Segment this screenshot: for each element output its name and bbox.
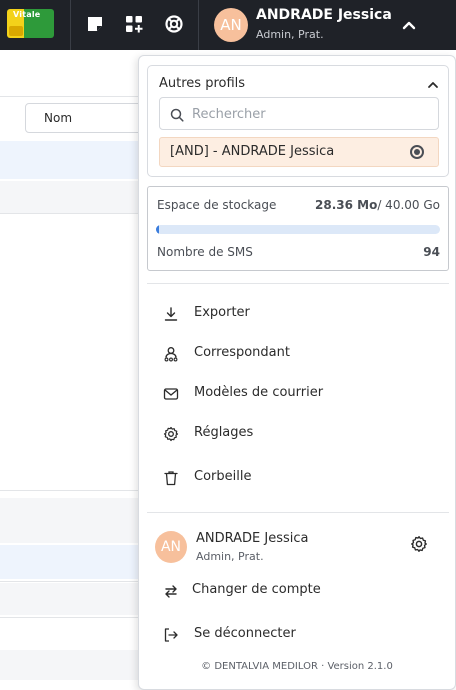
logout-button[interactable]: Se déconnecter bbox=[163, 621, 433, 649]
profile-search[interactable] bbox=[159, 97, 439, 130]
avatar[interactable]: AN bbox=[214, 8, 248, 42]
radio-selected-icon[interactable] bbox=[410, 145, 424, 159]
sms-count: 94 bbox=[423, 245, 440, 259]
swap-arrows-icon bbox=[163, 583, 179, 599]
storage-total: / 40.00 Go bbox=[377, 198, 440, 212]
vitale-label: Vitale bbox=[13, 10, 41, 19]
logout-icon bbox=[163, 627, 179, 643]
search-icon bbox=[170, 107, 184, 122]
chevron-up-icon[interactable] bbox=[426, 77, 440, 91]
mail-icon bbox=[163, 386, 179, 402]
divider bbox=[0, 581, 140, 582]
other-profiles-title[interactable]: Autres profils bbox=[159, 76, 245, 91]
divider bbox=[0, 213, 140, 214]
table-row[interactable] bbox=[0, 545, 140, 579]
column-filter-input[interactable]: Nom bbox=[25, 103, 155, 133]
profile-item-label: [AND] - ANDRADE Jessica bbox=[170, 144, 335, 159]
vitale-chip-icon bbox=[9, 26, 23, 36]
add-widget-icon[interactable] bbox=[123, 13, 145, 35]
divider bbox=[147, 283, 449, 284]
other-profiles-section: Autres profils [AND] - ANDRADE Jessica bbox=[147, 65, 449, 177]
download-icon bbox=[163, 306, 179, 322]
sticky-note-icon[interactable] bbox=[84, 13, 106, 35]
divider bbox=[0, 490, 140, 491]
user-role: Admin, Prat. bbox=[256, 28, 324, 41]
vitale-card-button[interactable]: Vitale bbox=[7, 9, 54, 38]
table-header bbox=[0, 498, 140, 543]
logout-label: Se déconnecter bbox=[194, 626, 296, 641]
user-menu-dropdown: Autres profils [AND] - ANDRADE Jessica E… bbox=[138, 55, 456, 690]
storage-label: Espace de stockage bbox=[157, 198, 277, 212]
table-row[interactable] bbox=[0, 650, 140, 680]
chevron-up-icon[interactable] bbox=[398, 14, 420, 36]
menu-item-settings[interactable]: Réglages bbox=[163, 420, 433, 448]
storage-progress-bar bbox=[156, 225, 440, 234]
storage-card: Espace de stockage 28.36 Mo/ 40.00 Go No… bbox=[147, 186, 449, 271]
menu-item-label: Corbeille bbox=[194, 469, 252, 484]
storage-value: 28.36 Mo/ 40.00 Go bbox=[315, 198, 440, 212]
divider bbox=[0, 617, 140, 618]
avatar: AN bbox=[155, 531, 187, 563]
table-row[interactable] bbox=[0, 181, 140, 213]
menu-item-label: Exporter bbox=[194, 305, 250, 320]
switch-account-button[interactable]: Changer de compte bbox=[163, 577, 433, 605]
menu-item-label: Correspondant bbox=[194, 345, 290, 360]
account-role: Admin, Prat. bbox=[196, 550, 264, 563]
divider bbox=[0, 96, 140, 97]
divider bbox=[198, 0, 199, 50]
trash-icon bbox=[163, 470, 179, 486]
menu-item-letter-templates[interactable]: Modèles de courrier bbox=[163, 380, 433, 408]
storage-used: 28.36 Mo bbox=[315, 198, 378, 212]
user-network-icon bbox=[163, 346, 179, 362]
column-filter-label: Nom bbox=[44, 111, 73, 125]
top-bar: Vitale AN ANDRADE Jessica Admin, Prat. bbox=[0, 0, 456, 50]
gear-icon bbox=[163, 426, 179, 442]
storage-progress-fill bbox=[156, 225, 159, 234]
menu-item-label: Réglages bbox=[194, 425, 254, 440]
switch-account-label: Changer de compte bbox=[192, 582, 321, 597]
account-settings-icon[interactable] bbox=[410, 535, 428, 553]
table-row[interactable] bbox=[0, 583, 140, 615]
sms-label: Nombre de SMS bbox=[157, 245, 253, 259]
user-name[interactable]: ANDRADE Jessica bbox=[256, 7, 392, 23]
divider bbox=[147, 512, 449, 513]
menu-item-label: Modèles de courrier bbox=[194, 385, 324, 400]
account-name: ANDRADE Jessica bbox=[196, 531, 309, 546]
menu-item-trash[interactable]: Corbeille bbox=[163, 464, 433, 492]
menu-item-export[interactable]: Exporter bbox=[163, 300, 433, 328]
divider bbox=[70, 0, 71, 50]
profile-item[interactable]: [AND] - ANDRADE Jessica bbox=[159, 137, 439, 167]
menu-item-correspondant[interactable]: Correspondant bbox=[163, 340, 433, 368]
table-row[interactable] bbox=[0, 141, 140, 179]
search-input[interactable] bbox=[192, 103, 432, 125]
lifebuoy-icon[interactable] bbox=[163, 13, 185, 35]
footer-version: © DENTALVIA MEDILOR · Version 2.1.0 bbox=[201, 661, 393, 672]
